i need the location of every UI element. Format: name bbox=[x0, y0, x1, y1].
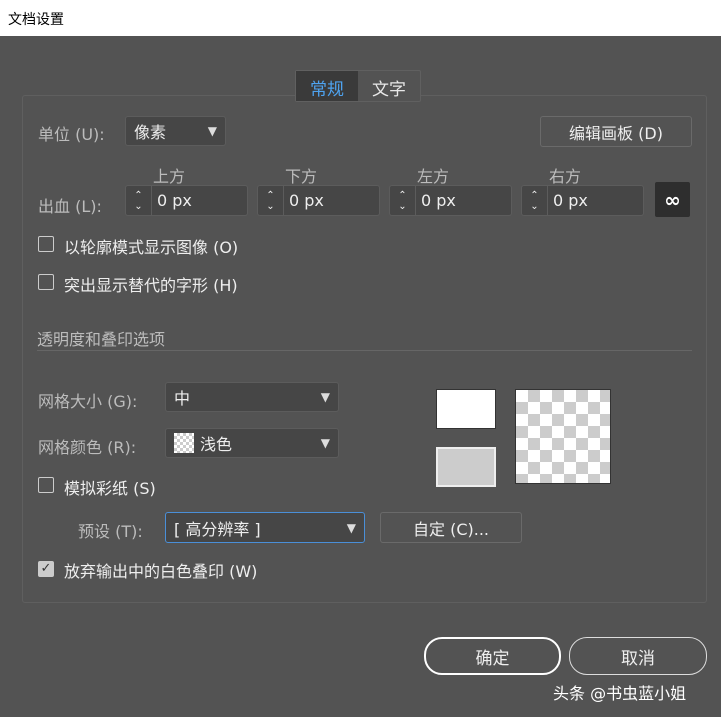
simulate-paper-label: 模拟彩纸 (S) bbox=[64, 479, 156, 498]
chevron-down-icon: ▼ bbox=[207, 124, 217, 138]
paper-color-swatch[interactable] bbox=[436, 389, 496, 429]
preset-value: [ 高分辨率 ] bbox=[174, 519, 261, 539]
discard-white-checkbox[interactable]: ✓ bbox=[38, 561, 54, 577]
preset-select[interactable]: [ 高分辨率 ] ▼ bbox=[165, 512, 365, 543]
grid-size-select[interactable]: 中 ▼ bbox=[165, 382, 339, 412]
units-select[interactable]: 像素 ▼ bbox=[125, 116, 226, 146]
bleed-bottom-value: 0 px bbox=[289, 191, 324, 210]
bleed-top-label: 上方 bbox=[153, 167, 186, 186]
grid-color-value: 浅色 bbox=[200, 435, 233, 454]
tab-general[interactable]: 常规 bbox=[296, 71, 358, 101]
custom-button[interactable]: 自定 (C)... bbox=[380, 512, 522, 543]
outline-mode-label: 以轮廓模式显示图像 (O) bbox=[64, 238, 239, 257]
cancel-button[interactable]: 取消 bbox=[569, 637, 707, 675]
grid-color-label: 网格颜色 (R): bbox=[38, 438, 137, 457]
bleed-right-input[interactable]: ⌃ ⌄ 0 px bbox=[521, 185, 644, 216]
bleed-left-value: 0 px bbox=[421, 191, 456, 210]
title-bar: 文档设置 bbox=[0, 0, 721, 36]
watermark: 头条 @书虫蓝小姐 bbox=[553, 684, 687, 703]
link-icon[interactable]: ∞ bbox=[655, 182, 690, 217]
outline-mode-checkbox[interactable] bbox=[38, 236, 54, 252]
section-heading: 透明度和叠印选项 bbox=[37, 330, 166, 349]
chevron-down-icon: ▼ bbox=[320, 436, 330, 450]
stepper-icon[interactable]: ⌃ ⌄ bbox=[258, 186, 284, 215]
bleed-top-input[interactable]: ⌃ ⌄ 0 px bbox=[125, 185, 248, 216]
bleed-bottom-label: 下方 bbox=[285, 167, 318, 186]
ok-button[interactable]: 确定 bbox=[424, 637, 561, 675]
grid-color-swatch[interactable] bbox=[436, 447, 496, 487]
chevron-down-icon: ▼ bbox=[320, 390, 330, 404]
divider bbox=[37, 350, 692, 351]
chevron-down-icon: ▼ bbox=[346, 520, 356, 535]
grid-size-label: 网格大小 (G): bbox=[38, 392, 138, 411]
stepper-icon[interactable]: ⌃ ⌄ bbox=[126, 186, 152, 215]
highlight-glyphs-label: 突出显示替代的字形 (H) bbox=[64, 276, 238, 295]
edit-artboards-button[interactable]: 编辑画板 (D) bbox=[540, 116, 692, 147]
simulate-paper-checkbox[interactable] bbox=[38, 477, 54, 493]
stepper-icon[interactable]: ⌃ ⌄ bbox=[522, 186, 548, 215]
highlight-glyphs-checkbox[interactable] bbox=[38, 274, 54, 290]
bleed-left-input[interactable]: ⌃ ⌄ 0 px bbox=[389, 185, 512, 216]
checker-swatch-icon bbox=[174, 433, 194, 453]
grid-size-value: 中 bbox=[174, 389, 191, 408]
bleed-top-value: 0 px bbox=[157, 191, 192, 210]
window-title: 文档设置 bbox=[8, 12, 64, 28]
bleed-bottom-input[interactable]: ⌃ ⌄ 0 px bbox=[257, 185, 380, 216]
preset-label: 预设 (T): bbox=[78, 522, 143, 541]
bleed-label: 出血 (L): bbox=[38, 197, 102, 216]
grid-color-select[interactable]: 浅色 ▼ bbox=[165, 428, 339, 458]
discard-white-label: 放弃输出中的白色叠印 (W) bbox=[64, 562, 258, 581]
bleed-right-label: 右方 bbox=[549, 167, 582, 186]
units-value: 像素 bbox=[134, 123, 167, 142]
tab-bar: 常规 文字 bbox=[295, 70, 421, 102]
stepper-icon[interactable]: ⌃ ⌄ bbox=[390, 186, 416, 215]
bleed-left-label: 左方 bbox=[417, 167, 450, 186]
tab-type[interactable]: 文字 bbox=[358, 71, 420, 101]
bleed-right-value: 0 px bbox=[553, 191, 588, 210]
transparency-preview bbox=[515, 389, 611, 484]
units-label: 单位 (U): bbox=[38, 125, 105, 144]
